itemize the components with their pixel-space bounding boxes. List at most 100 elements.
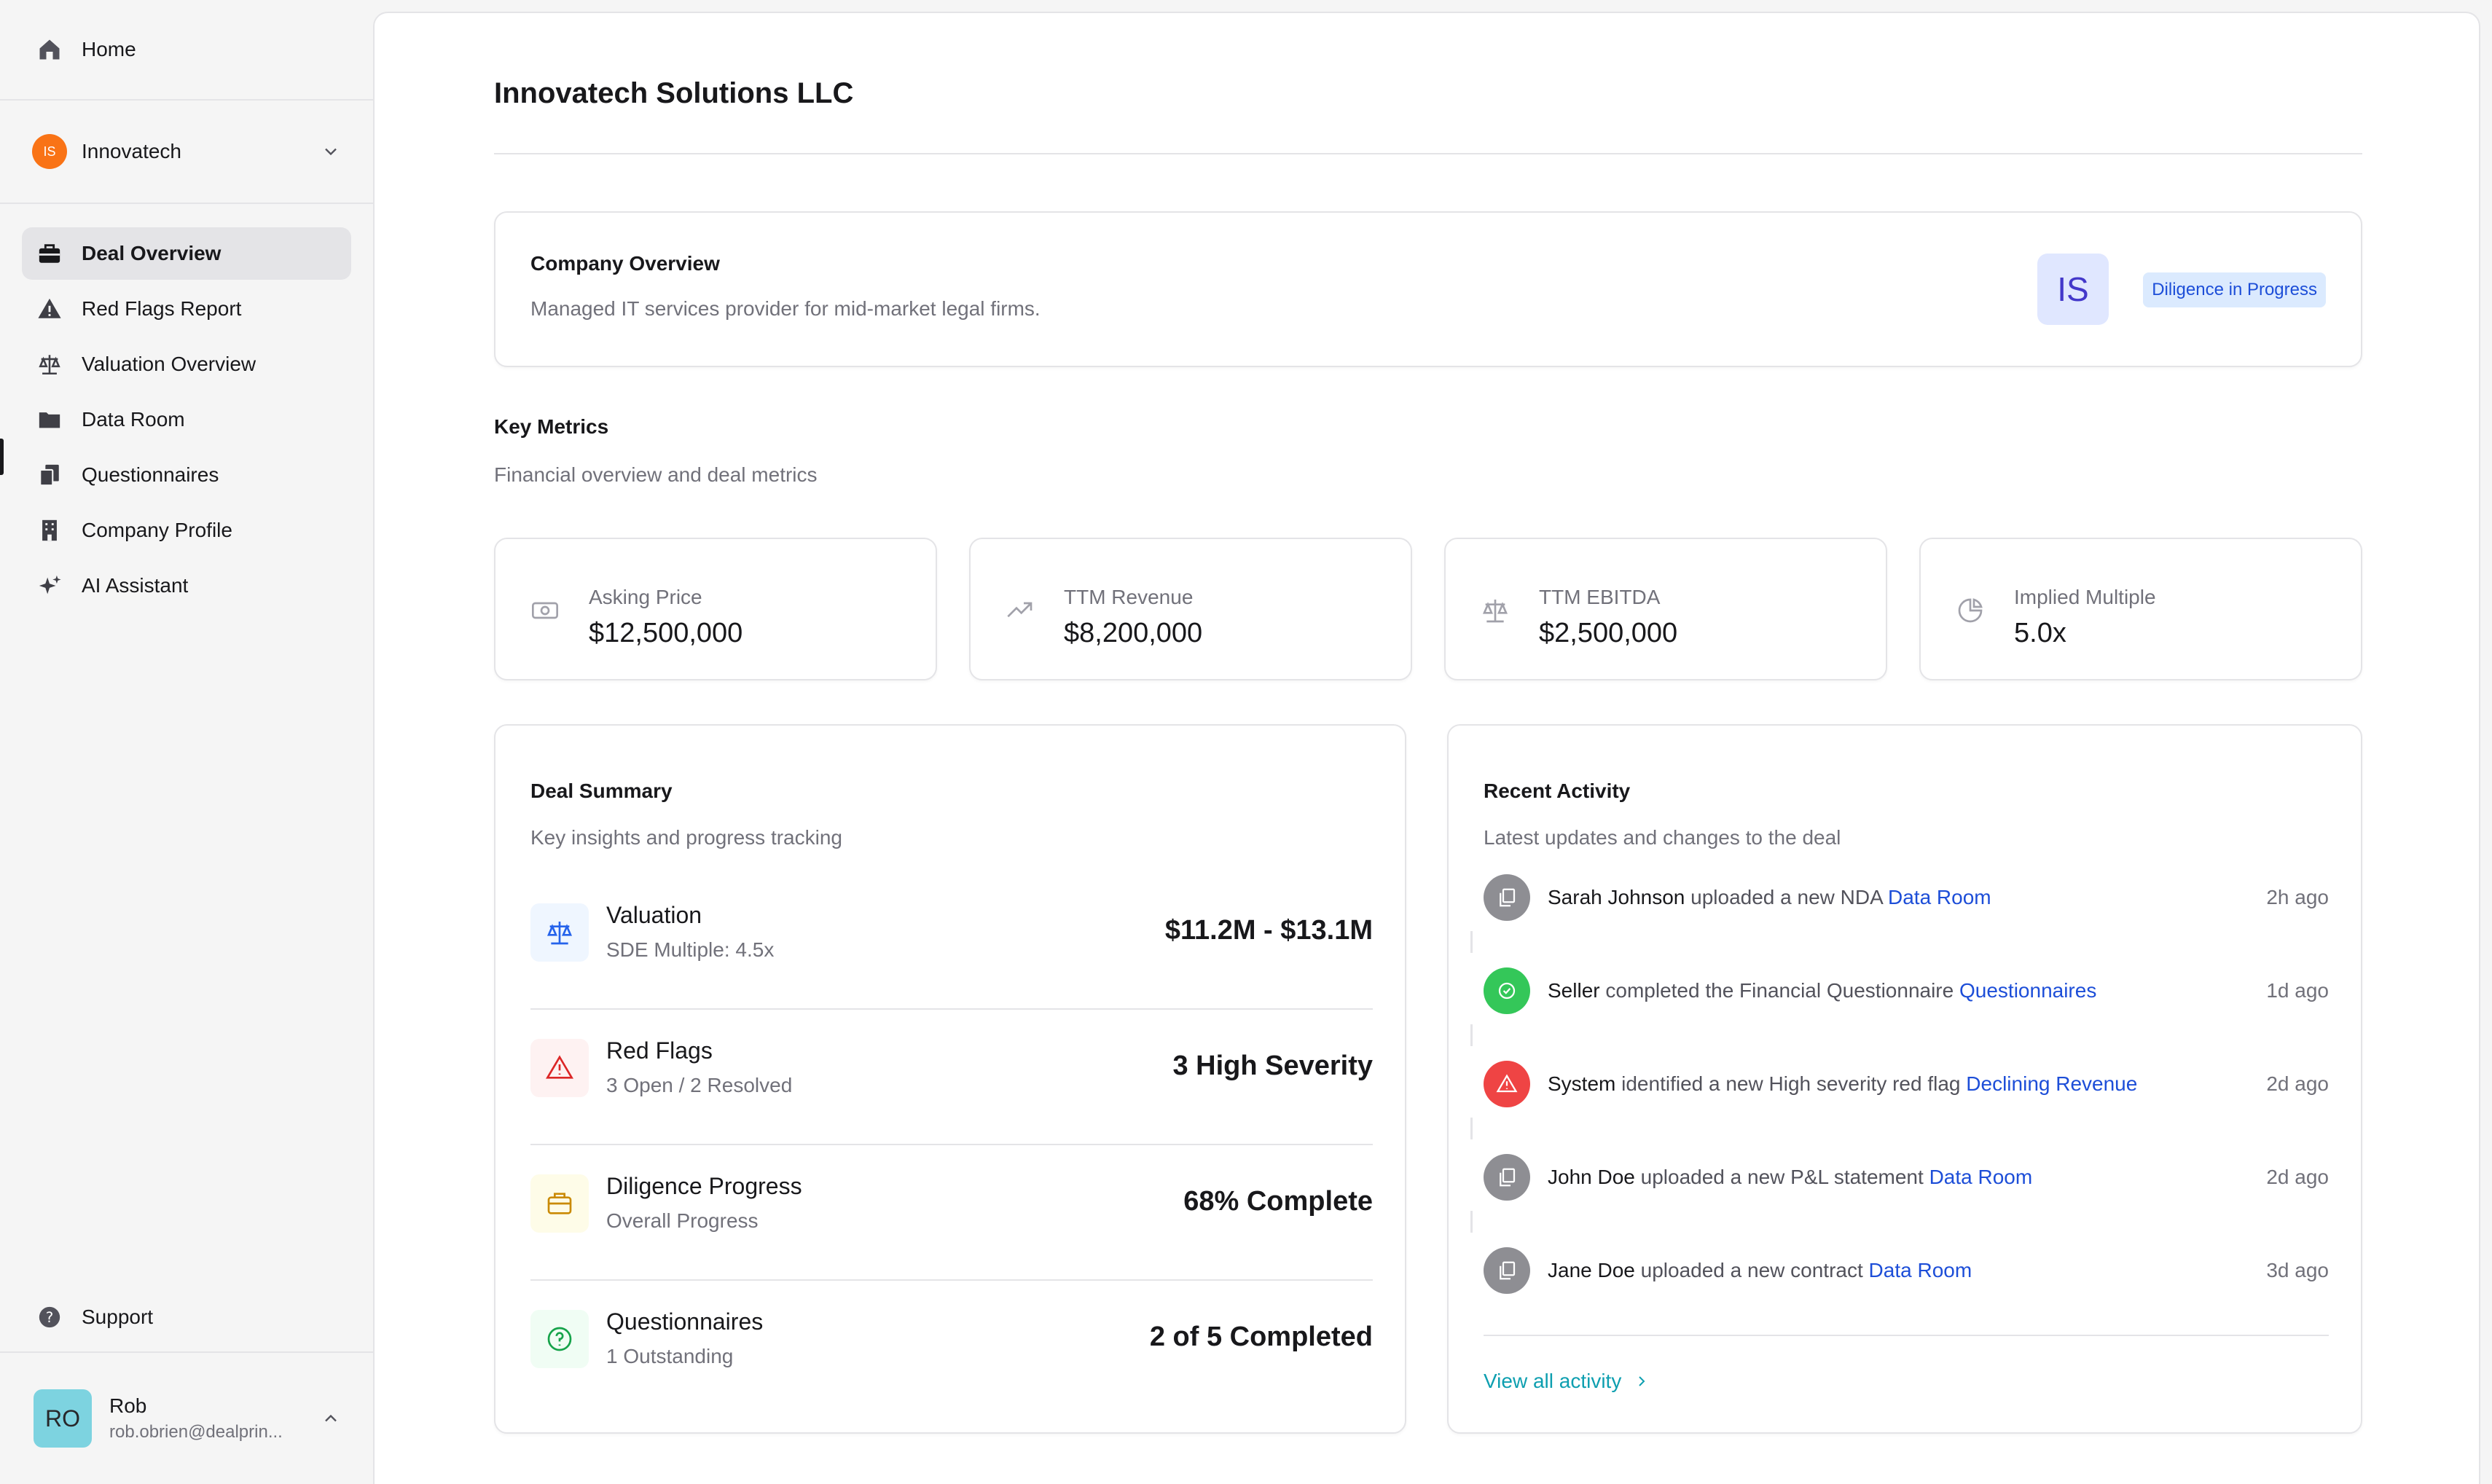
briefcase-icon: [35, 239, 64, 268]
sidebar-item-data-room[interactable]: Data Room: [22, 393, 351, 446]
card-title: Recent Activity: [1484, 780, 1631, 802]
activity-time: 3d ago: [2266, 1259, 2329, 1281]
sidebar-nav: Deal Overview Red Flags Report Valuation…: [0, 204, 373, 615]
activity-link[interactable]: Questionnaires: [1959, 979, 2096, 1002]
page-title: Innovatech Solutions LLC: [494, 77, 854, 109]
activity-actor: Jane Doe: [1548, 1259, 1635, 1281]
activity-action: uploaded a new contract: [1640, 1259, 1863, 1281]
user-email: rob.obrien@dealprin...: [109, 1422, 283, 1442]
activity-item: Seller completed the Financial Questionn…: [1484, 967, 2329, 1014]
pie-chart-icon: [1958, 598, 1983, 623]
user-name: Rob: [109, 1394, 147, 1417]
card-subtitle: Latest updates and changes to the deal: [1484, 826, 1841, 849]
section-subtitle: Financial overview and deal metrics: [494, 463, 818, 486]
company-overview-card: Company Overview Managed IT services pro…: [494, 211, 2362, 367]
warning-triangle-icon: [530, 1039, 589, 1097]
timeline-connector: [1470, 1211, 1473, 1233]
sidebar-item-valuation[interactable]: Valuation Overview: [22, 338, 351, 390]
metric-value: $2,500,000: [1539, 618, 1678, 648]
avatar: RO: [34, 1389, 92, 1448]
summary-subtitle: SDE Multiple: 4.5x: [606, 938, 775, 961]
sidebar-item-label: Valuation Overview: [82, 353, 256, 375]
metric-label: TTM Revenue: [1064, 586, 1194, 608]
sidebar-item-company-profile[interactable]: Company Profile: [22, 504, 351, 557]
check-circle-icon: [1484, 967, 1530, 1014]
summary-row-valuation[interactable]: Valuation SDE Multiple: 4.5x $11.2M - $1…: [530, 874, 1373, 1010]
activity-time: 2d ago: [2266, 1166, 2329, 1188]
briefcase-icon: [530, 1174, 589, 1233]
sidebar-item-deal-overview[interactable]: Deal Overview: [22, 227, 351, 280]
metric-value: $12,500,000: [589, 618, 743, 648]
chevron-up-icon: [325, 1414, 337, 1422]
activity-link[interactable]: Data Room: [1929, 1166, 2033, 1188]
metric-card-ttm-revenue: TTM Revenue $8,200,000: [969, 538, 1412, 680]
summary-title: Red Flags: [606, 1037, 713, 1064]
summary-row-red-flags[interactable]: Red Flags 3 Open / 2 Resolved 3 High Sev…: [530, 1010, 1373, 1145]
summary-row-questionnaires[interactable]: Questionnaires 1 Outstanding 2 of 5 Comp…: [530, 1281, 1373, 1416]
building-icon: [35, 516, 64, 545]
support-link[interactable]: ? Support: [0, 1283, 373, 1353]
sidebar-item-red-flags[interactable]: Red Flags Report: [22, 283, 351, 335]
scale-icon: [530, 903, 589, 962]
home-icon: [35, 35, 64, 64]
banknote-icon: [532, 602, 558, 619]
card-title: Deal Summary: [530, 780, 673, 802]
divider: [494, 153, 2362, 154]
chevron-down-icon: [325, 148, 337, 156]
activity-time: 2d ago: [2266, 1072, 2329, 1095]
summary-title: Questionnaires: [606, 1308, 764, 1335]
activity-action: completed the Financial Questionnaire: [1605, 979, 1954, 1002]
activity-actor: Sarah Johnson: [1548, 886, 1685, 908]
card-title: Company Overview: [530, 252, 720, 275]
view-all-activity-link[interactable]: View all activity: [1484, 1370, 1650, 1393]
deal-summary-card: Deal Summary Key insights and progress t…: [494, 724, 1406, 1434]
company-name: Innovatech: [82, 140, 181, 162]
activity-link[interactable]: Declining Revenue: [1966, 1072, 2137, 1095]
sidebar: Home IS Innovatech Deal Overview Red Fla…: [0, 0, 373, 1484]
view-all-label: View all activity: [1484, 1370, 1622, 1392]
sidebar-item-ai-assistant[interactable]: AI Assistant: [22, 560, 351, 612]
activity-item: Sarah Johnson uploaded a new NDA Data Ro…: [1484, 874, 2329, 921]
sidebar-item-questionnaires[interactable]: Questionnaires: [22, 449, 351, 501]
activity-time: 1d ago: [2266, 979, 2329, 1002]
document-copy-icon: [1484, 1247, 1530, 1294]
sidebar-home-link[interactable]: Home: [0, 0, 373, 101]
recent-activity-card: Recent Activity Latest updates and chang…: [1447, 724, 2362, 1434]
activity-item: John Doe uploaded a new P&L statement Da…: [1484, 1154, 2329, 1201]
chevron-right-icon: [1639, 1376, 1645, 1386]
company-logo: IS: [2037, 254, 2109, 325]
svg-text:?: ?: [46, 1309, 54, 1326]
trending-up-icon: [1007, 602, 1033, 618]
activity-actor: System: [1548, 1072, 1616, 1095]
metric-label: Asking Price: [589, 586, 702, 608]
user-menu[interactable]: RO Rob rob.obrien@dealprin...: [0, 1353, 373, 1484]
company-switcher[interactable]: IS Innovatech: [0, 101, 373, 204]
activity-link[interactable]: Data Room: [1869, 1259, 1972, 1281]
summary-value: $11.2M - $13.1M: [1164, 915, 1373, 946]
sidebar-item-label: Questionnaires: [82, 463, 219, 486]
activity-action: uploaded a new NDA: [1690, 886, 1883, 908]
main-content: Innovatech Solutions LLC Company Overvie…: [373, 12, 2480, 1484]
warning-triangle-icon: [1484, 1061, 1530, 1107]
metric-label: TTM EBITDA: [1539, 586, 1661, 608]
warning-triangle-icon: [35, 294, 64, 323]
question-circle-icon: [530, 1310, 589, 1368]
help-circle-icon: ?: [35, 1303, 64, 1332]
section-title: Key Metrics: [494, 415, 609, 438]
activity-item: Jane Doe uploaded a new contract Data Ro…: [1484, 1247, 2329, 1294]
sparkles-icon: [35, 571, 64, 600]
document-copy-icon: [1484, 874, 1530, 921]
activity-link[interactable]: Data Room: [1888, 886, 1991, 908]
activity-action: uploaded a new P&L statement: [1640, 1166, 1924, 1188]
documents-icon: [35, 460, 64, 490]
activity-actor: John Doe: [1548, 1166, 1635, 1188]
timeline-connector: [1470, 931, 1473, 953]
activity-item: System identified a new High severity re…: [1484, 1061, 2329, 1107]
company-badge: IS: [32, 134, 67, 169]
activity-actor: Seller: [1548, 979, 1600, 1002]
metric-card-implied-multiple: Implied Multiple 5.0x: [1919, 538, 2362, 680]
summary-value: 2 of 5 Completed: [1149, 1322, 1373, 1352]
metric-card-ttm-ebitda: TTM EBITDA $2,500,000: [1444, 538, 1887, 680]
summary-row-diligence-progress[interactable]: Diligence Progress Overall Progress 68% …: [530, 1145, 1373, 1281]
support-label: Support: [82, 1306, 154, 1328]
